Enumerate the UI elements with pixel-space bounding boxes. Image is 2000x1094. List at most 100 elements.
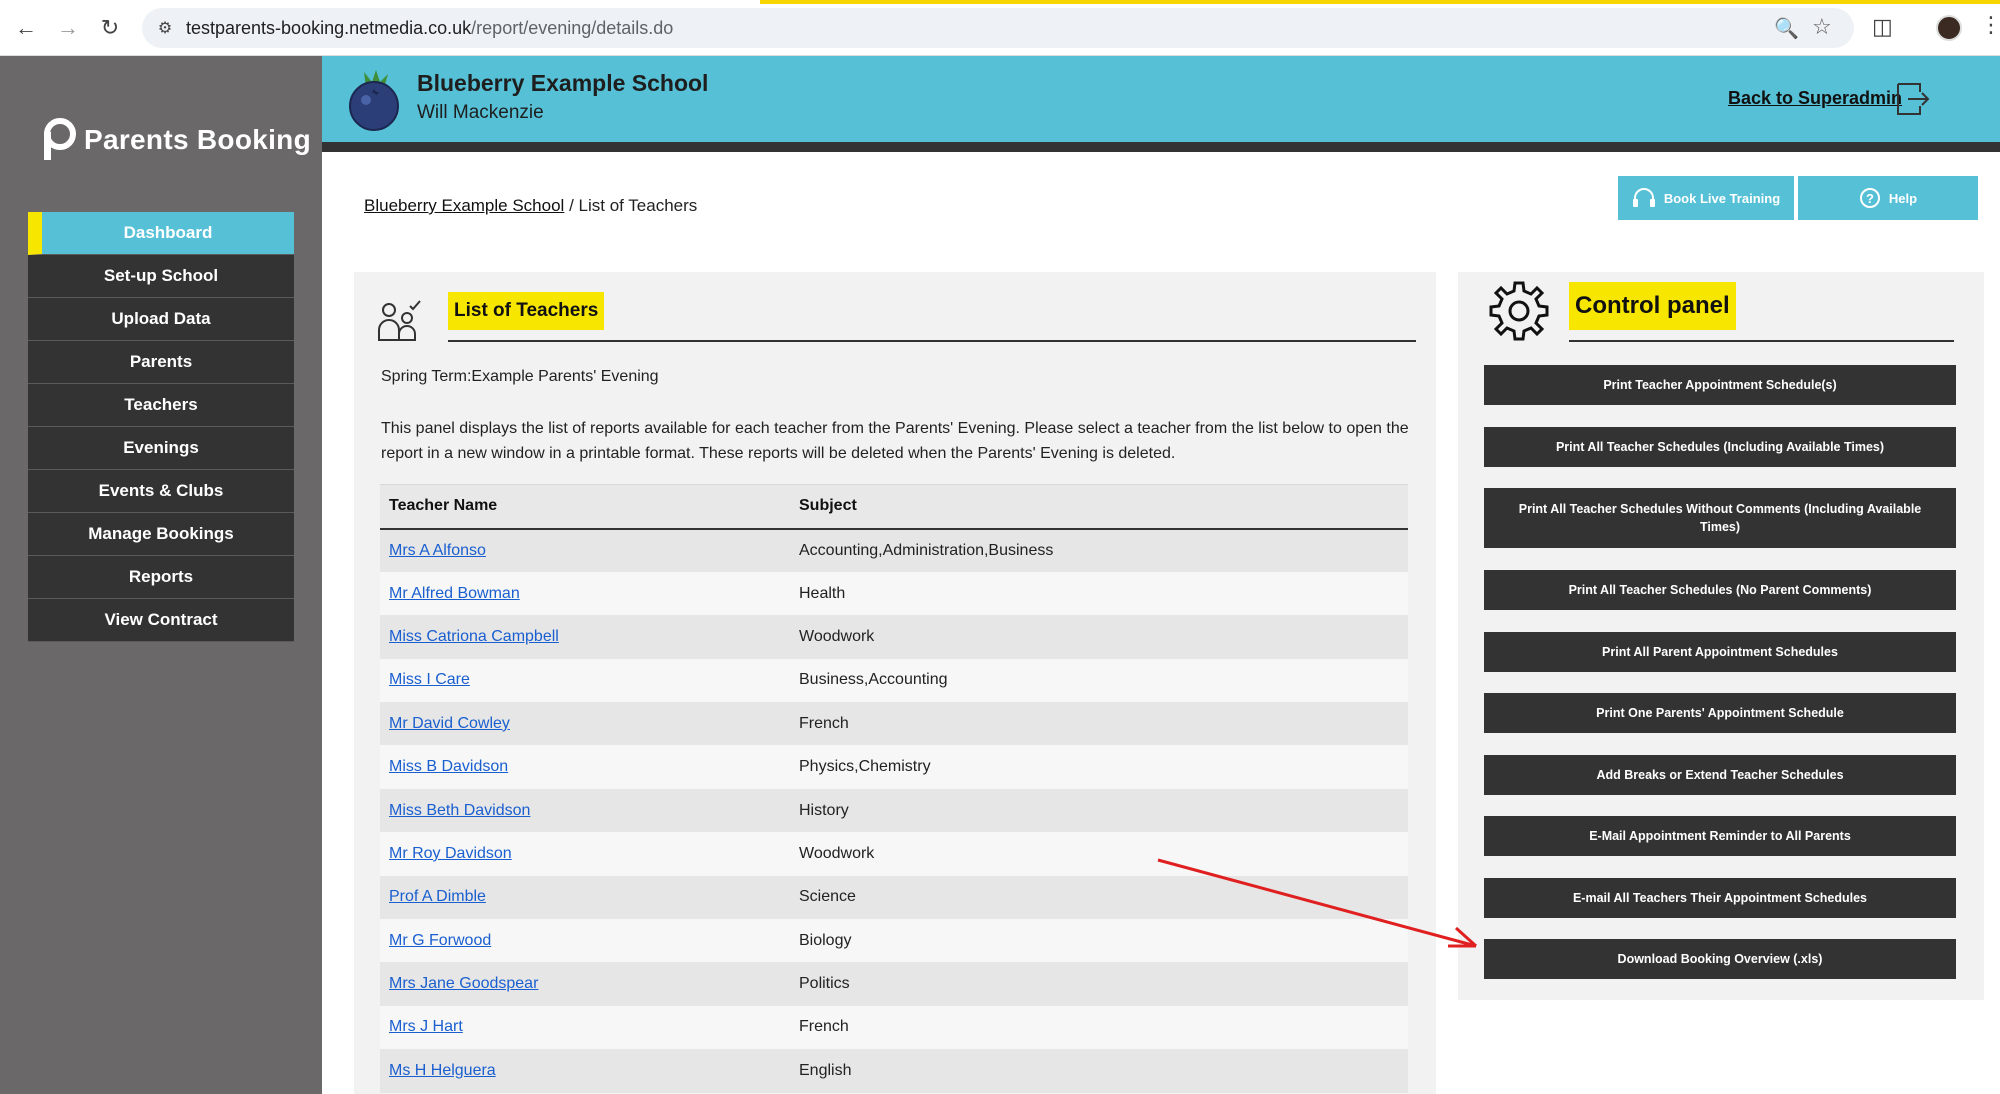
teacher-link[interactable]: Mr G Forwood <box>389 932 491 949</box>
control-panel-title: Control panel <box>1569 282 1736 330</box>
bookmark-star-icon[interactable]: ☆ <box>1812 14 1832 40</box>
browser-toolbar: ← → ↻ ⚙ testparents-booking.netmedia.co.… <box>0 0 2000 56</box>
print-all-teacher-schedules-no-parent-comments-button[interactable]: Print All Teacher Schedules (No Parent C… <box>1484 570 1956 610</box>
address-bar[interactable]: ⚙ testparents-booking.netmedia.co.uk/rep… <box>142 8 1854 48</box>
profile-avatar[interactable] <box>1936 15 1962 41</box>
sidebar-item-parents[interactable]: Parents <box>28 341 294 384</box>
teacher-link[interactable]: Prof A Dimble <box>389 888 486 905</box>
teacher-subject-cell: English <box>790 1049 1408 1093</box>
teacher-link[interactable]: Mr David Cowley <box>389 715 510 732</box>
table-row: Mr Roy Davidson Woodwork <box>380 832 1408 876</box>
browser-menu-icon[interactable]: ⋮ <box>1980 12 2000 38</box>
sidebar-item-manage-bookings[interactable]: Manage Bookings <box>28 513 294 556</box>
teacher-name-cell: Miss Beth Davidson <box>380 788 790 833</box>
table-row: Ms H Helguera English <box>380 1049 1408 1093</box>
table-row: Mrs Jane Goodspear Politics <box>380 962 1408 1006</box>
sidebar-item-evenings[interactable]: Evenings <box>28 427 294 470</box>
back-arrow-icon[interactable]: ← <box>12 14 40 42</box>
sidebar-item-upload-data[interactable]: Upload Data <box>28 298 294 341</box>
teacher-link[interactable]: Mrs J Hart <box>389 1018 463 1035</box>
school-name: Blueberry Example School <box>417 70 709 96</box>
svg-text:?: ? <box>1866 191 1874 206</box>
teacher-link[interactable]: Mr Roy Davidson <box>389 845 512 862</box>
table-row: Mr David Cowley French <box>380 702 1408 746</box>
parents-booking-logo-icon <box>44 118 76 160</box>
print-one-parents-appointment-schedule-button[interactable]: Print One Parents' Appointment Schedule <box>1484 693 1956 733</box>
print-all-teacher-schedules-without-comments-button[interactable]: Print All Teacher Schedules Without Comm… <box>1484 488 1956 548</box>
sidebar-item-reports[interactable]: Reports <box>28 556 294 599</box>
teacher-subject-cell: French <box>790 702 1408 746</box>
sidebar-item-teachers[interactable]: Teachers <box>28 384 294 427</box>
exit-icon[interactable] <box>1894 78 1932 118</box>
site-settings-icon[interactable]: ⚙ <box>154 17 176 39</box>
teachers-icon <box>378 300 421 341</box>
teacher-link[interactable]: Mrs A Alfonso <box>389 542 486 559</box>
teacher-name-cell: Mrs A Alfonso <box>380 528 790 572</box>
teacher-subject-cell: Woodwork <box>790 615 1408 659</box>
teacher-link[interactable]: Mr Alfred Bowman <box>389 585 520 602</box>
teacher-link[interactable]: Mrs Jane Goodspear <box>389 975 538 992</box>
teacher-name-cell: Mr David Cowley <box>380 702 790 746</box>
teacher-subject-cell: French <box>790 1005 1408 1050</box>
teacher-subject-cell: Health <box>790 571 1408 616</box>
help-label: Help <box>1888 190 1918 206</box>
teacher-subject-cell: Accounting,Administration,Business <box>790 528 1408 572</box>
teacher-subject-cell: Business,Accounting <box>790 658 1408 703</box>
browser-loading-bar <box>760 0 2000 4</box>
brand[interactable]: Parents Booking <box>40 118 311 162</box>
email-reminder-all-parents-button[interactable]: E-Mail Appointment Reminder to All Paren… <box>1484 816 1956 856</box>
brand-name: Parents Booking <box>84 124 311 155</box>
table-row: Miss I Care Business,Accounting <box>380 658 1408 703</box>
teacher-name-cell: Miss B Davidson <box>380 745 790 789</box>
teacher-subject-cell: Woodwork <box>790 832 1408 876</box>
teacher-name-cell: Mrs J Hart <box>380 1005 790 1050</box>
reload-icon[interactable]: ↻ <box>96 14 124 42</box>
panel-title-rule <box>448 340 1416 342</box>
forward-arrow-icon[interactable]: → <box>54 14 82 42</box>
url-text[interactable]: testparents-booking.netmedia.co.uk/repor… <box>186 18 673 39</box>
book-live-training-button[interactable]: Book Live Training <box>1618 176 1794 220</box>
download-booking-overview-button[interactable]: Download Booking Overview (.xls) <box>1484 939 1956 979</box>
extensions-icon[interactable]: ◫ <box>1872 14 1893 40</box>
panel-title: List of Teachers <box>448 292 605 330</box>
sidebar-item-setup-school[interactable]: Set-up School <box>28 255 294 298</box>
sidebar-item-view-contract[interactable]: View Contract <box>28 599 294 642</box>
url-host: testparents-booking.netmedia.co.uk <box>186 18 472 38</box>
evening-name: Spring Term:Example Parents' Evening <box>381 368 659 385</box>
teacher-link[interactable]: Miss Catriona Campbell <box>389 628 559 645</box>
user-name: Will Mackenzie <box>417 102 544 123</box>
teacher-name-cell: Miss I Care <box>380 658 790 703</box>
back-to-superadmin-link[interactable]: Back to Superadmin <box>1728 88 1902 109</box>
teacher-subject-cell: Physics,Chemistry <box>790 745 1408 789</box>
print-teacher-appointment-schedules-button[interactable]: Print Teacher Appointment Schedule(s) <box>1484 365 1956 405</box>
teacher-name-cell: Prof A Dimble <box>380 875 790 920</box>
blueberry-logo-icon <box>349 70 399 131</box>
teacher-subject-cell: Science <box>790 875 1408 920</box>
table-row: Mr Alfred Bowman Health <box>380 571 1408 616</box>
sidebar-item-events-clubs[interactable]: Events & Clubs <box>28 470 294 513</box>
help-button[interactable]: ? Help <box>1798 176 1978 220</box>
breadcrumb-current: List of Teachers <box>578 196 698 215</box>
teacher-subject-cell: Politics <box>790 962 1408 1006</box>
table-header-row: Teacher Name Subject <box>380 484 1408 530</box>
sidebar-item-dashboard[interactable]: Dashboard <box>28 212 294 255</box>
teacher-link[interactable]: Miss Beth Davidson <box>389 802 530 819</box>
teacher-link[interactable]: Miss B Davidson <box>389 758 508 775</box>
page-header: Blueberry Example School Will Mackenzie … <box>322 56 2000 142</box>
print-all-parent-appointment-schedules-button[interactable]: Print All Parent Appointment Schedules <box>1484 632 1956 672</box>
table-row: Mrs A Alfonso Accounting,Administration,B… <box>380 528 1408 572</box>
email-teachers-schedules-button[interactable]: E-mail All Teachers Their Appointment Sc… <box>1484 878 1956 918</box>
teacher-name-cell: Mrs Jane Goodspear <box>380 962 790 1006</box>
control-panel: Control panel Print Teacher Appointment … <box>1458 272 1984 1000</box>
panel-description: This panel displays the list of reports … <box>381 420 1409 462</box>
breadcrumb-school-link[interactable]: Blueberry Example School <box>364 196 564 215</box>
print-all-teacher-schedules-button[interactable]: Print All Teacher Schedules (Including A… <box>1484 427 1956 467</box>
add-breaks-extend-schedules-button[interactable]: Add Breaks or Extend Teacher Schedules <box>1484 755 1956 795</box>
teacher-link[interactable]: Miss I Care <box>389 671 470 688</box>
teacher-link[interactable]: Ms H Helguera <box>389 1062 496 1079</box>
column-header-teacher-name: Teacher Name <box>380 484 790 530</box>
zoom-icon[interactable]: 🔍 <box>1774 16 1799 41</box>
help-icon: ? <box>1859 188 1880 208</box>
url-path: /report/evening/details.do <box>471 18 674 38</box>
sidebar: Parents Booking Dashboard Set-up School … <box>0 56 322 1094</box>
